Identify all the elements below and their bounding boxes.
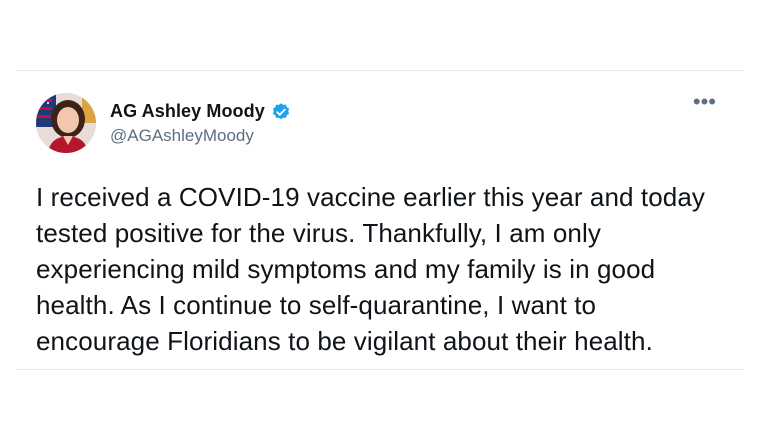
tweet-header: AG Ashley Moody @AGAshleyMoody ••• [36,91,724,155]
verified-badge-icon [271,102,291,122]
avatar[interactable] [36,93,96,153]
tweet-text: I received a COVID-19 vaccine earlier th… [36,182,706,356]
handle[interactable]: @AGAshleyMoody [110,126,291,146]
name-row: AG Ashley Moody [110,101,291,122]
author-info: AG Ashley Moody @AGAshleyMoody [110,101,291,146]
display-name[interactable]: AG Ashley Moody [110,101,265,122]
tweet-card[interactable]: AG Ashley Moody @AGAshleyMoody ••• I rec… [16,70,744,370]
more-horizontal-icon[interactable]: ••• [693,91,716,113]
avatar-image [36,93,96,153]
